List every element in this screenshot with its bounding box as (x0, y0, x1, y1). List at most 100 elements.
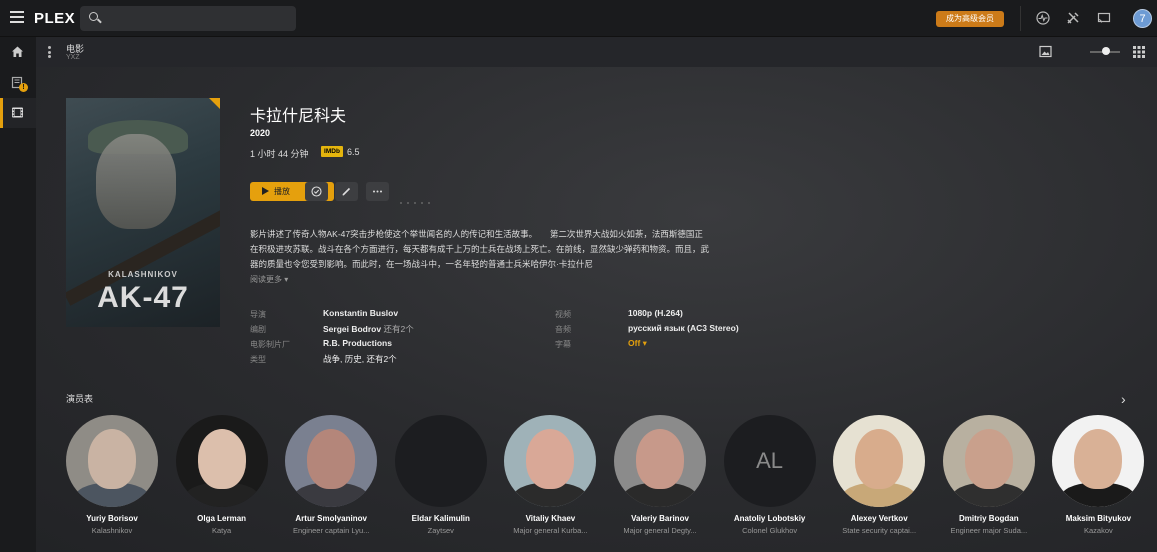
cast-photo (833, 415, 926, 507)
audio-label: 音频 (555, 325, 571, 334)
movie-duration: 1 小时 44 分钟 (250, 149, 309, 159)
read-more-link[interactable]: 阅读更多 ▾ (250, 274, 288, 285)
studio-label: 电影制片厂 (250, 340, 290, 349)
play-label: 播放 (274, 187, 290, 196)
director-label: 导演 (250, 310, 266, 319)
cast-role: Colonel Glukhov (742, 526, 798, 535)
edit-button[interactable] (335, 182, 358, 201)
cast-placeholder: AL (723, 415, 816, 507)
grid-view-icon[interactable] (1133, 46, 1145, 58)
poster-title: AK-47 (97, 281, 189, 314)
cast-photo-head (526, 429, 575, 489)
movie-title: 卡拉什尼科夫 (250, 108, 347, 125)
poster-subtitle: KALASHNIKOV (108, 270, 178, 279)
cast-member[interactable]: Eldar Kalimulin Zaytsev (394, 415, 487, 545)
cast-photo (504, 415, 597, 507)
cast-name: Valeriy Barinov (631, 514, 689, 523)
search-input[interactable] (80, 6, 296, 31)
library-header: 电影 YXZ (36, 37, 1157, 67)
mark-watched-button[interactable] (305, 182, 328, 201)
cast-name: Alexey Vertkov (850, 514, 908, 523)
writer-more[interactable]: 还有2个 (381, 324, 413, 334)
toolbar-divider (1020, 6, 1021, 31)
studio-value[interactable]: R.B. Productions (323, 338, 392, 348)
subtitle-select[interactable]: Off ▾ (628, 338, 647, 349)
loading-dots (400, 191, 435, 209)
cast-name: Eldar Kalimulin (411, 514, 470, 523)
video-value[interactable]: 1080p (H.264) (628, 308, 683, 318)
sidebar-item-home[interactable] (0, 37, 36, 67)
cast-initials: AL (756, 448, 784, 473)
unwatched-indicator (209, 98, 220, 109)
chevron-right-icon[interactable]: › (1121, 391, 1126, 407)
cast-member[interactable]: Yuriy Borisov Kalashnikov (66, 415, 158, 545)
cast-role: State security captai... (842, 526, 917, 535)
poster-art-face (96, 134, 176, 229)
more-options-icon[interactable] (48, 46, 51, 58)
cast-name: Artur Smolyaninov (295, 514, 367, 523)
cast-role: Kazakov (1084, 526, 1113, 535)
audio-select[interactable]: русский язык (AC3 Stereo) (628, 323, 739, 333)
cast-role: Engineer captain Lyu... (292, 526, 370, 535)
search-icon (89, 12, 98, 21)
cast-member[interactable]: Valeriy Barinov Major general Degty... (614, 415, 706, 545)
film-icon (12, 107, 23, 118)
cast-role: Major general Degty... (623, 526, 697, 535)
cast-member[interactable]: Artur Smolyaninov Engineer captain Lyu... (285, 415, 378, 545)
cast-photo (285, 415, 378, 507)
cast-photo-head (307, 429, 356, 489)
activity-icon[interactable] (1036, 11, 1050, 25)
writer-value[interactable]: Sergei Bodrov 还有2个 (323, 323, 414, 335)
cast-name: Yuriy Borisov (86, 514, 138, 523)
sidebar-item-downloads[interactable]: ! (0, 68, 36, 98)
top-bar: PLEX 成为高级会员 7 (0, 0, 1157, 37)
cast-name: Maksim Bityukov (1065, 514, 1132, 523)
read-more-label: 阅读更多 (250, 275, 282, 284)
plex-logo[interactable]: PLEX (34, 10, 75, 27)
more-horizontal-icon (373, 190, 382, 193)
cast-photo (1052, 415, 1145, 507)
cast-member[interactable]: Maksim Bityukov Kazakov (1052, 415, 1145, 545)
cast-placeholder (394, 415, 487, 507)
movie-year: 2020 (250, 128, 271, 138)
image-icon[interactable] (1039, 45, 1052, 58)
cast-member[interactable]: Alexey Vertkov State security captai... (833, 415, 926, 545)
cast-name: Anatoliy Lobotskiy (733, 514, 806, 523)
menu-icon[interactable] (10, 11, 24, 23)
movie-detail-panel: KALASHNIKOV AK-47 卡拉什尼科夫 2020 1 小时 44 分钟… (36, 67, 1157, 552)
more-actions-button[interactable] (366, 182, 389, 201)
cast-name: Dmitriy Bogdan (959, 514, 1019, 523)
user-avatar[interactable]: 7 (1133, 9, 1152, 28)
cast-name: Vitaliy Khaev (525, 514, 576, 523)
go-premium-button[interactable]: 成为高级会员 (936, 11, 1004, 27)
director-value[interactable]: Konstantin Buslov (323, 308, 398, 318)
video-label: 视频 (555, 310, 571, 319)
subtitle-label: 字幕 (555, 340, 571, 349)
cast-role: Kalashnikov (91, 526, 133, 535)
cast-photo-head (855, 429, 904, 489)
cast-name: Olga Lerman (197, 514, 247, 523)
tools-icon[interactable] (1066, 11, 1080, 25)
genre-value[interactable]: 战争, 历史, 还有2个 (323, 353, 397, 365)
cast-role: Zaytsev (427, 526, 454, 535)
home-icon (12, 46, 23, 57)
play-icon (262, 187, 269, 195)
cast-photo (66, 415, 158, 507)
cast-member[interactable]: Olga Lerman Katya (175, 415, 268, 545)
cast-member[interactable]: Dmitriy Bogdan Engineer major Suda... (942, 415, 1035, 545)
movie-summary: 影片讲述了传奇人物AK-47突击步枪使这个举世闻名的人的传记和生活故事。 第二次… (250, 229, 710, 269)
poster-size-slider-handle[interactable] (1102, 47, 1110, 55)
imdb-logo: IMDb (321, 146, 343, 157)
cast-icon[interactable] (1097, 11, 1111, 25)
cast-member[interactable]: AL Anatoliy Lobotskiy Colonel Glukhov (723, 415, 816, 545)
sidebar: ! (0, 37, 36, 552)
movie-poster[interactable]: KALASHNIKOV AK-47 (66, 98, 220, 327)
cast-role: Katya (212, 526, 232, 535)
sidebar-item-movies[interactable] (0, 98, 36, 128)
server-name: YXZ (66, 54, 80, 61)
cast-photo-head (197, 429, 246, 489)
writer-name[interactable]: Sergei Bodrov (323, 324, 381, 334)
cast-photo (175, 415, 268, 507)
cast-member[interactable]: Vitaliy Khaev Major general Kurba... (504, 415, 597, 545)
writer-label: 编剧 (250, 325, 266, 334)
